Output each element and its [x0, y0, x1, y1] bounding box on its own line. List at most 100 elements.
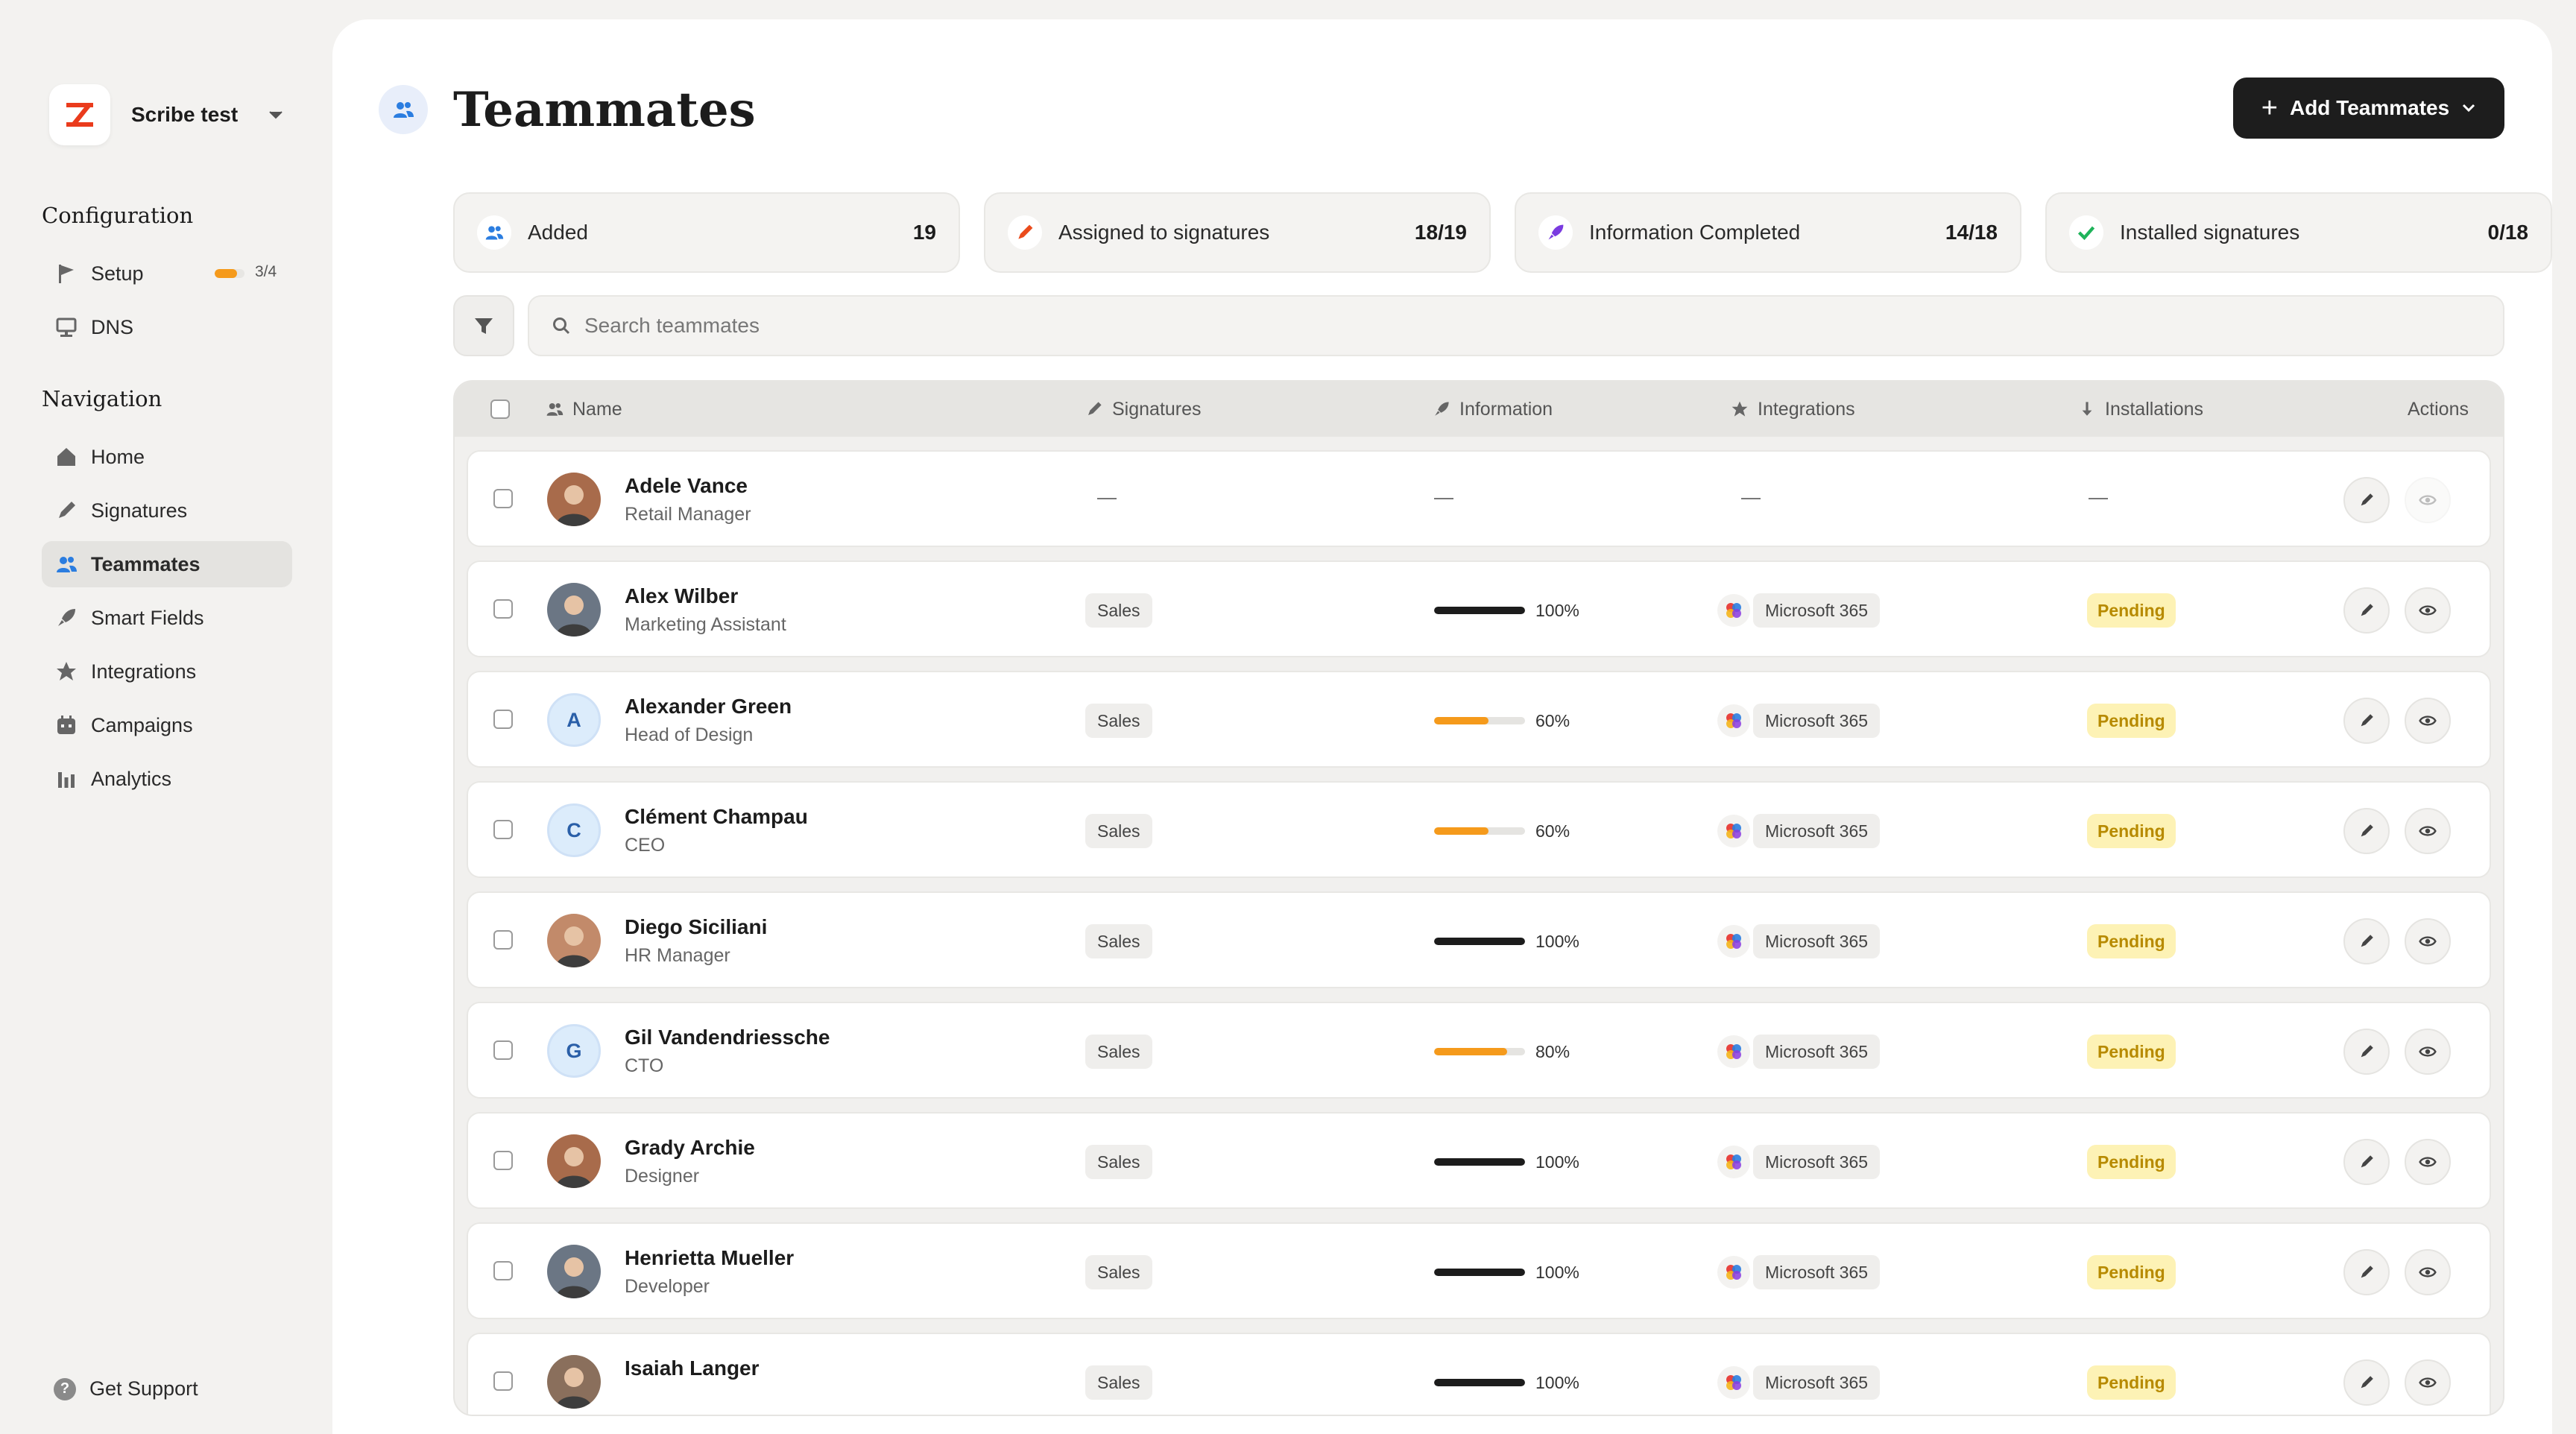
row-checkbox[interactable] — [493, 930, 513, 950]
sidebar-item-signatures[interactable]: Signatures — [42, 487, 292, 534]
sidebar-item-analytics[interactable]: Analytics — [42, 756, 292, 802]
sidebar-item-integrations[interactable]: Integrations — [42, 648, 292, 695]
teammate-role: Retail Manager — [625, 504, 751, 525]
preview-button[interactable] — [2405, 1029, 2451, 1075]
sidebar-item-smart-fields[interactable]: Smart Fields — [42, 595, 292, 641]
search-input[interactable] — [584, 314, 1330, 338]
edit-button[interactable] — [2343, 808, 2390, 854]
sidebar-item-teammates[interactable]: Teammates — [42, 541, 292, 587]
installation-status-badge: Pending — [2087, 924, 2176, 958]
integration-chip[interactable]: Microsoft 365 — [1717, 1035, 1881, 1069]
teammate-role: Developer — [625, 1276, 710, 1297]
column-signatures[interactable]: Signatures — [1085, 382, 1202, 437]
sidebar-item-dns[interactable]: DNS — [42, 304, 292, 350]
information-percent: 100% — [1535, 1373, 1579, 1392]
table-row[interactable]: Alex Wilber Marketing Assistant Sales 100% M… — [467, 560, 2491, 657]
row-checkbox[interactable] — [493, 1261, 513, 1280]
filter-button[interactable] — [453, 295, 514, 356]
integration-chip[interactable]: Microsoft 365 — [1717, 924, 1881, 958]
column-information[interactable]: Information — [1433, 382, 1553, 437]
eye-icon — [2419, 826, 2437, 836]
table-row[interactable]: G Gil Vandendriessche CTO Sales 80% Microsoft… — [467, 1002, 2491, 1099]
signature-tag[interactable]: Sales — [1085, 814, 1152, 848]
select-all-checkbox[interactable] — [490, 382, 510, 437]
preview-button[interactable] — [2405, 808, 2451, 854]
table-row[interactable]: Adele Vance Retail Manager — [467, 450, 2491, 547]
edit-button[interactable] — [2343, 477, 2390, 523]
signature-tag[interactable]: Sales — [1085, 1145, 1152, 1179]
integration-chip[interactable]: Microsoft 365 — [1717, 1255, 1881, 1289]
table-row[interactable]: Diego Siciliani HR Manager Sales 100% Micros… — [467, 891, 2491, 988]
add-teammates-button[interactable]: + Add Teammates — [2233, 78, 2504, 139]
microsoft-365-icon — [1717, 594, 1750, 627]
column-name[interactable]: Name — [546, 382, 622, 437]
calendar-icon — [54, 713, 79, 738]
signature-tag[interactable]: Sales — [1085, 593, 1152, 628]
information-progress-fill — [1434, 607, 1525, 614]
table-row[interactable]: Henrietta Mueller Developer Sales 100% Micro… — [467, 1222, 2491, 1319]
preview-button[interactable] — [2405, 1359, 2451, 1406]
edit-button[interactable] — [2343, 587, 2390, 634]
table-row[interactable]: Isaiah Langer Sales 100% Microsoft 365 Pendi… — [467, 1333, 2491, 1415]
teammate-name: Adele Vance — [625, 474, 748, 497]
information-percent: 100% — [1535, 601, 1579, 620]
integration-chip[interactable]: Microsoft 365 — [1717, 1365, 1881, 1400]
avatar — [547, 473, 601, 526]
table-row[interactable]: C Clément Champau CEO Sales 60% Microsoft 365… — [467, 781, 2491, 878]
eye-icon — [2419, 1046, 2437, 1057]
integration-chip[interactable]: Microsoft 365 — [1717, 704, 1881, 738]
eye-icon — [2419, 1157, 2437, 1167]
edit-button[interactable] — [2343, 698, 2390, 744]
preview-button[interactable] — [2405, 698, 2451, 744]
table-row[interactable]: Grady Archie Designer Sales 100% Microsoft 3… — [467, 1112, 2491, 1209]
search-bar[interactable] — [528, 295, 2504, 356]
integration-chip[interactable]: Microsoft 365 — [1717, 1145, 1881, 1179]
row-checkbox[interactable] — [493, 489, 513, 508]
preview-button[interactable] — [2405, 1139, 2451, 1185]
column-label: Signatures — [1112, 398, 1202, 420]
integration-chip[interactable]: Microsoft 365 — [1717, 814, 1881, 848]
sidebar-item-home[interactable]: Home — [42, 434, 292, 480]
microsoft-365-icon — [1717, 1366, 1750, 1399]
preview-button[interactable] — [2405, 477, 2451, 523]
filter-icon — [475, 318, 493, 334]
pen-icon — [54, 498, 79, 523]
signature-tag[interactable]: Sales — [1085, 1365, 1152, 1400]
rocket-icon — [1538, 215, 1573, 250]
teammate-name: Isaiah Langer — [625, 1356, 760, 1380]
edit-button[interactable] — [2343, 918, 2390, 964]
main-panel: Teammates + Add Teammates Added 19 Assig… — [332, 19, 2552, 1434]
row-checkbox[interactable] — [493, 710, 513, 729]
row-checkbox[interactable] — [493, 599, 513, 619]
pen-icon — [1008, 215, 1042, 250]
table-row[interactable]: A Alexander Green Head of Design Sales 60% Mi… — [467, 671, 2491, 768]
edit-button[interactable] — [2343, 1139, 2390, 1185]
workspace-logo — [49, 84, 110, 145]
column-installations[interactable]: Installations — [2078, 382, 2203, 437]
signature-tag[interactable]: Sales — [1085, 1035, 1152, 1069]
signature-tag[interactable]: Sales — [1085, 1255, 1152, 1289]
edit-button[interactable] — [2343, 1359, 2390, 1406]
integration-chip[interactable]: Microsoft 365 — [1717, 593, 1881, 628]
row-checkbox[interactable] — [493, 1151, 513, 1170]
row-checkbox[interactable] — [493, 1371, 513, 1391]
preview-button[interactable] — [2405, 1249, 2451, 1295]
stat-value: 0/18 — [2487, 221, 2529, 244]
information-progress-fill — [1434, 1269, 1525, 1276]
configuration-heading: Configuration — [42, 203, 194, 228]
get-support-link[interactable]: ? Get Support — [54, 1377, 198, 1400]
stat-value: 18/19 — [1414, 221, 1467, 244]
row-checkbox[interactable] — [493, 820, 513, 839]
signature-tag[interactable]: Sales — [1085, 924, 1152, 958]
sidebar-item-label: Campaigns — [91, 713, 193, 736]
row-checkbox[interactable] — [493, 1040, 513, 1060]
sidebar-item-campaigns[interactable]: Campaigns — [42, 702, 292, 748]
teammates-table: Name Signatures Information Integrations… — [453, 380, 2504, 1416]
workspace-switcher[interactable]: Scribe test — [49, 83, 284, 146]
edit-button[interactable] — [2343, 1029, 2390, 1075]
column-integrations[interactable]: Integrations — [1731, 382, 1855, 437]
signature-tag[interactable]: Sales — [1085, 704, 1152, 738]
edit-button[interactable] — [2343, 1249, 2390, 1295]
preview-button[interactable] — [2405, 918, 2451, 964]
preview-button[interactable] — [2405, 587, 2451, 634]
